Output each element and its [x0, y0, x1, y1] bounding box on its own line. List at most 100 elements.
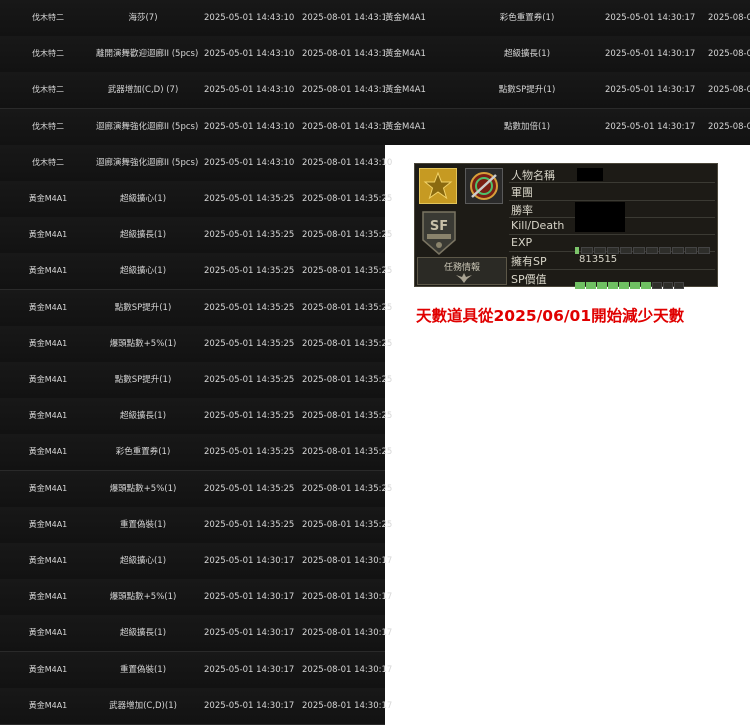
- table-row: 黃金M4A1 超級擴長(1) 2025-05-01 14:30:17 2025-08-…: [385, 36, 750, 74]
- item-name-cell: 離開演舞歡迎迴廊II (5pcs): [96, 49, 199, 60]
- table-row: 黃金M4A1 武器增加(C,D)(1) 2025-05-01 14:30:17 202…: [0, 687, 392, 725]
- table-row: 黃金M4A1 點數SP提升(1) 2025-05-01 14:35:25 2025-0…: [0, 289, 392, 327]
- table-row: 黃金M4A1 超級擴長(1) 2025-05-01 14:30:17 2025-08-…: [0, 615, 392, 653]
- start-time-cell: 2025-05-01 14:30:17: [204, 628, 295, 639]
- table-row: 黃金M4A1 爆頭點數+5%(1) 2025-05-01 14:30:17 2025-…: [0, 579, 392, 617]
- start-time-cell: 2025-05-01 14:30:17: [204, 592, 295, 603]
- item-name-cell: 彩色重置券(1): [115, 447, 171, 458]
- sp-value-segment: [641, 281, 651, 289]
- gold-star-rank-icon: [419, 168, 457, 204]
- item-name-cell: 迴廊演舞強化迴廊II (5pcs): [96, 157, 199, 168]
- end-time-cell: 2025-08-01 14:30:17: [302, 664, 393, 675]
- character-name-cell: 黃金M4A1: [28, 447, 68, 457]
- end-time-cell: 2025-08-01: [708, 13, 750, 23]
- end-time-cell: 2025-08-01 14:30:17: [302, 592, 393, 603]
- end-time-cell: 2025-08-01 14:35:25: [302, 230, 393, 241]
- end-time-cell: 2025-08-01 14:43:10: [302, 85, 393, 96]
- start-time-cell: 2025-05-01 14:30:17: [204, 556, 295, 566]
- character-name-cell: 黃金M4A1: [385, 49, 426, 60]
- end-time-cell: 2025-08-01: [708, 121, 750, 132]
- weapon-medal-icon: [465, 168, 503, 204]
- inventory-table-left: 伐木特二 海莎(7) 2025-05-01 14:43:10 2025-08-01 1…: [0, 0, 392, 725]
- item-name-cell: 點數加倍(1): [503, 121, 551, 132]
- inventory-table-right: 黃金M4A1 彩色重置券(1) 2025-05-01 14:30:17 2025-08…: [385, 0, 750, 145]
- sp-owned-value: 813515: [579, 254, 618, 266]
- profile-row-squad: 軍團: [509, 183, 715, 201]
- item-name-cell: 彩色重置券(1): [499, 13, 555, 23]
- start-time-cell: 2025-05-01 14:35:25: [204, 230, 295, 241]
- item-name-cell: 超級擴長(1): [119, 628, 167, 639]
- start-time-cell: 2025-05-01 14:43:10: [204, 121, 295, 132]
- end-time-cell: 2025-08-01 14:35:25: [302, 338, 393, 349]
- table-row: 黃金M4A1 超級擴心(1) 2025-05-01 14:35:25 2025-08-…: [0, 253, 392, 291]
- redacted-win-rate: [575, 201, 625, 232]
- start-time-cell: 2025-05-01 14:35:25: [204, 338, 295, 349]
- profile-row-win-rate: 勝率: [509, 201, 715, 232]
- item-name-cell: 迴廊演舞強化迴廊II (5pcs): [96, 121, 199, 132]
- mission-info-button[interactable]: 任務情報: [417, 257, 507, 285]
- profile-row-sp-value: SP價值: [509, 270, 715, 289]
- character-name-cell: 黃金M4A1: [28, 700, 68, 710]
- table-row: 黃金M4A1 彩色重置券(1) 2025-05-01 14:30:17 2025-08…: [385, 0, 750, 37]
- item-name-cell: 爆頭點數+5%(1): [109, 592, 177, 603]
- character-name-cell: 黃金M4A1: [385, 13, 426, 23]
- end-time-cell: 2025-08-01 14:43:10: [302, 49, 393, 60]
- character-name-cell: 黃金M4A1: [28, 302, 68, 312]
- table-row: 黃金M4A1 點數SP提升(1) 2025-05-01 14:35:25 2025-0…: [0, 362, 392, 399]
- sp-value-segment: [663, 281, 673, 289]
- item-name-cell: 重置偽裝(1): [119, 664, 167, 675]
- start-time-cell: 2025-05-01 14:30:17: [605, 13, 696, 23]
- end-time-cell: 2025-08-01 14:43:10: [302, 121, 393, 132]
- start-time-cell: 2025-05-01 14:35:25: [204, 447, 295, 458]
- profile-row-sp-owned: 擁有SP 813515: [509, 252, 715, 270]
- item-name-cell: 海莎(7): [128, 13, 158, 23]
- sp-value-segment: [608, 281, 618, 289]
- character-name-cell: 黃金M4A1: [28, 628, 68, 638]
- character-name-cell: 黃金M4A1: [28, 483, 68, 493]
- end-time-cell: 2025-08-01: [708, 85, 750, 96]
- character-name-cell: 黃金M4A1: [28, 338, 68, 348]
- start-time-cell: 2025-05-01 14:35:25: [204, 411, 295, 422]
- sp-owned-label: 擁有SP: [511, 255, 547, 269]
- character-name-cell: 伐木特二: [32, 121, 64, 131]
- sp-value-segment: [674, 281, 684, 289]
- squad-label: 軍團: [511, 186, 533, 200]
- item-name-cell: 點數SP提升(1): [498, 85, 556, 96]
- item-name-cell: 點數SP提升(1): [114, 302, 172, 313]
- sp-value-segment: [630, 281, 640, 289]
- character-name-cell: 黃金M4A1: [28, 556, 68, 565]
- start-time-cell: 2025-05-01 14:43:10: [204, 157, 295, 168]
- sp-value-segment: [575, 281, 585, 289]
- character-name-cell: 黃金M4A1: [28, 266, 68, 276]
- profile-row-name: 人物名稱: [509, 166, 715, 184]
- table-row: 黃金M4A1 點數加倍(1) 2025-05-01 14:30:17 2025-08-…: [385, 108, 750, 145]
- table-row: 黃金M4A1 重置偽裝(1) 2025-05-01 14:35:25 2025-08-…: [0, 506, 392, 544]
- profile-stats: 人物名稱 軍團 勝率 Kill/Death EXP 擁有SP 813515 SP…: [509, 166, 715, 289]
- item-name-cell: 超級擴長(1): [119, 230, 167, 241]
- end-time-cell: 2025-08-01 14:30:17: [302, 556, 393, 566]
- sf-logo-icon: SF: [421, 210, 457, 256]
- win-rate-label: 勝率: [511, 203, 533, 217]
- item-name-cell: 武器增加(C,D)(1): [109, 700, 177, 711]
- start-time-cell: 2025-05-01 14:30:17: [605, 85, 696, 96]
- start-time-cell: 2025-05-01 14:43:10: [204, 49, 295, 60]
- sp-value-bar: [575, 274, 685, 293]
- end-time-cell: 2025-08-01 14:35:25: [302, 375, 393, 385]
- end-time-cell: 2025-08-01 14:35:25: [302, 519, 393, 530]
- start-time-cell: 2025-05-01 14:35:25: [204, 266, 295, 277]
- table-row: 伐木特二 海莎(7) 2025-05-01 14:43:10 2025-08-01 1…: [0, 0, 392, 37]
- end-time-cell: 2025-08-01 14:35:25: [302, 266, 393, 277]
- item-name-cell: 超級擴心(1): [119, 194, 167, 204]
- character-name-cell: 黃金M4A1: [28, 230, 68, 240]
- table-row: 黃金M4A1 超級擴心(1) 2025-05-01 14:30:17 2025-08-…: [0, 543, 392, 580]
- start-time-cell: 2025-05-01 14:35:25: [204, 194, 295, 204]
- item-name-cell: 爆頭點數+5%(1): [109, 338, 177, 349]
- start-time-cell: 2025-05-01 14:35:25: [204, 519, 295, 530]
- name-label: 人物名稱: [511, 169, 555, 182]
- table-row: 黃金M4A1 重置偽裝(1) 2025-05-01 14:30:17 2025-08-…: [0, 651, 392, 689]
- sp-value-segment: [652, 281, 662, 289]
- character-name-cell: 黃金M4A1: [385, 121, 426, 132]
- character-name-cell: 黃金M4A1: [28, 194, 68, 203]
- table-row: 黃金M4A1 超級擴長(1) 2025-05-01 14:35:25 2025-08-…: [0, 398, 392, 436]
- character-name-cell: 黃金M4A1: [28, 375, 68, 384]
